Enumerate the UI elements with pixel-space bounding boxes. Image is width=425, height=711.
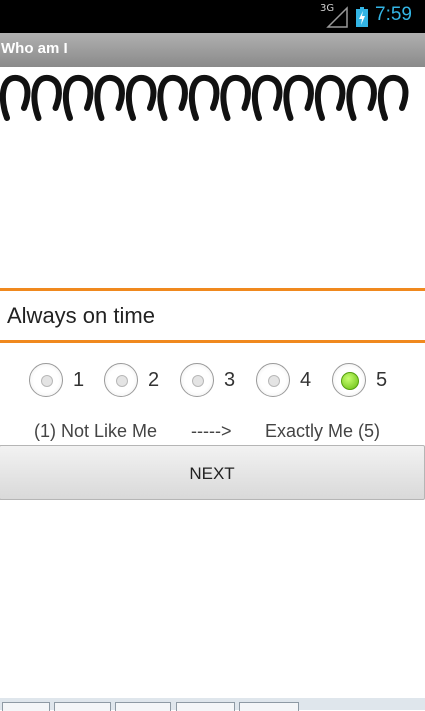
rating-option-4[interactable]: 4 (256, 363, 336, 403)
scale-low-label: (1) Not Like Me (34, 421, 158, 441)
spiral-loop (125, 75, 157, 121)
app-title: Who am I (1, 40, 68, 57)
next-button[interactable]: NEXT (0, 445, 425, 500)
title-bar: Who am I (0, 33, 425, 67)
statement-box: Always on time (0, 288, 425, 343)
next-button-label: NEXT (189, 464, 235, 483)
rating-label: 2 (148, 369, 160, 391)
spiral-loop (377, 75, 409, 121)
spiral-loop (157, 75, 188, 121)
rating-label: 5 (376, 369, 388, 391)
radio-button[interactable] (104, 363, 138, 397)
radio-indicator (341, 372, 359, 390)
spiral-loop (251, 75, 283, 121)
radio-button[interactable] (29, 363, 63, 397)
battery-charging-icon (356, 7, 368, 27)
spiral-loop (94, 75, 125, 121)
status-bar: 3G 7:59 (0, 0, 425, 33)
clock: 7:59 (375, 4, 412, 25)
spiral-loop (62, 75, 94, 121)
spiral-loop (346, 75, 377, 121)
radio-indicator (268, 375, 280, 387)
scale-arrow: -----> (191, 421, 232, 441)
radio-indicator (116, 375, 128, 387)
spiral-loop (31, 75, 62, 121)
radio-button[interactable] (256, 363, 290, 397)
spiral-loop (283, 75, 314, 121)
radio-button[interactable] (332, 363, 366, 397)
statement-text: Always on time (7, 303, 155, 328)
radio-button[interactable] (180, 363, 214, 397)
spiral-loop (0, 75, 31, 121)
rating-option-5[interactable]: 5 (332, 363, 412, 403)
signal-icon (326, 6, 348, 28)
spiral-loop (220, 75, 251, 121)
rating-option-2[interactable]: 2 (104, 363, 184, 403)
spiral-loop (314, 75, 346, 121)
spiral-loop (188, 75, 220, 121)
rating-label: 4 (300, 369, 312, 391)
scale-high-label: Exactly Me (5) (265, 421, 381, 441)
radio-indicator (41, 375, 53, 387)
spiral-binding-image (0, 75, 409, 121)
rating-label: 3 (224, 369, 236, 391)
rating-option-3[interactable]: 3 (180, 363, 260, 403)
rating-option-1[interactable]: 1 (29, 363, 109, 403)
radio-indicator (192, 375, 204, 387)
rating-label: 1 (73, 369, 85, 391)
